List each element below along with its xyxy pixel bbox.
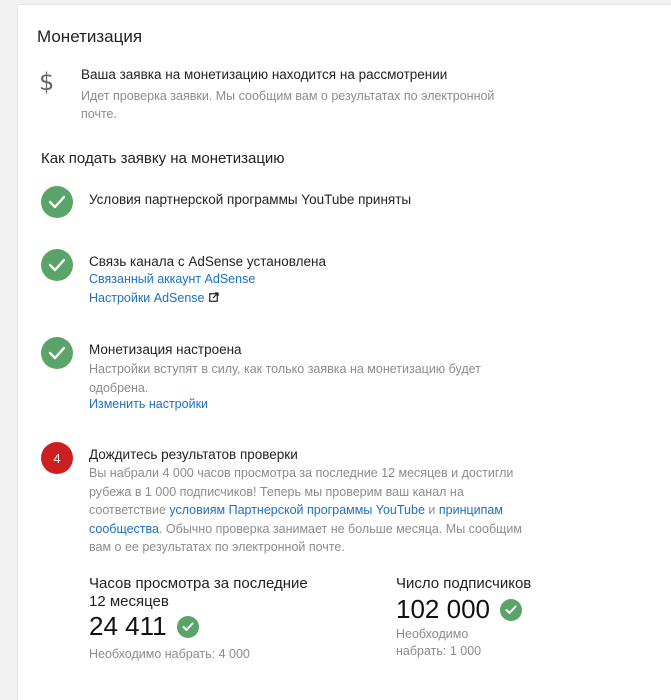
step-3-title: Монетизация настроена: [89, 342, 242, 357]
page-title: Монетизация: [37, 27, 143, 46]
check-icon: [41, 249, 73, 281]
check-icon: [41, 186, 73, 218]
step-4-desc-and: и: [424, 503, 439, 517]
check-icon: [176, 615, 199, 638]
step-1-title: Условия партнерской программы YouTube пр…: [89, 192, 412, 207]
linked-adsense-account-link[interactable]: Связанный аккаунт AdSense: [89, 272, 255, 286]
watch-hours-label-line1: Часов просмотра за последние: [89, 575, 308, 592]
change-settings-link[interactable]: Изменить настройки: [89, 397, 208, 411]
subscribers-label: Число подписчиков: [396, 575, 532, 592]
section-title: Как подать заявку на монетизацию: [41, 150, 285, 167]
adsense-settings-link[interactable]: Настройки AdSense: [89, 291, 219, 305]
watch-hours-value: 24 411: [89, 611, 199, 642]
step-4-title: Дождитесь результатов проверки: [89, 447, 298, 462]
subscribers-requirement-line2: набрать: 1 000: [396, 644, 482, 658]
watch-hours-number: 24 411: [89, 611, 167, 641]
step-3-description: Настройки вступят в силу, как только зая…: [89, 362, 481, 395]
watch-hours-label-line2: 12 месяцев: [89, 593, 169, 610]
subscribers-number: 102 000: [396, 594, 490, 624]
watch-hours-requirement: Необходимо набрать: 4 000: [89, 647, 250, 661]
step-4-description: Вы набрали 4 000 часов просмотра за посл…: [89, 464, 534, 557]
external-link-icon: [208, 291, 219, 305]
check-icon: [499, 598, 522, 621]
check-icon: [41, 337, 73, 369]
monetization-card: Монетизация $ Ваша заявка на монетизацию…: [17, 4, 671, 700]
adsense-settings-label: Настройки AdSense: [89, 291, 205, 305]
subscribers-requirement: Необходимо набрать: 1 000: [396, 626, 481, 660]
step-2-title: Связь канала с AdSense установлена: [89, 254, 326, 269]
step-4-number-badge: 4: [41, 442, 73, 474]
watch-hours-label: Часов просмотра за последние 12 месяцев: [89, 575, 308, 611]
status-description: Идет проверка заявки. Мы сообщим вам о р…: [81, 89, 495, 121]
subscribers-value: 102 000: [396, 594, 522, 625]
partner-program-terms-link[interactable]: условиям Партнерской программы YouTube: [169, 503, 425, 517]
status-title: Ваша заявка на монетизацию находится на …: [81, 67, 448, 82]
subscribers-requirement-line1: Необходимо: [396, 627, 469, 641]
dollar-icon: $: [39, 68, 55, 96]
